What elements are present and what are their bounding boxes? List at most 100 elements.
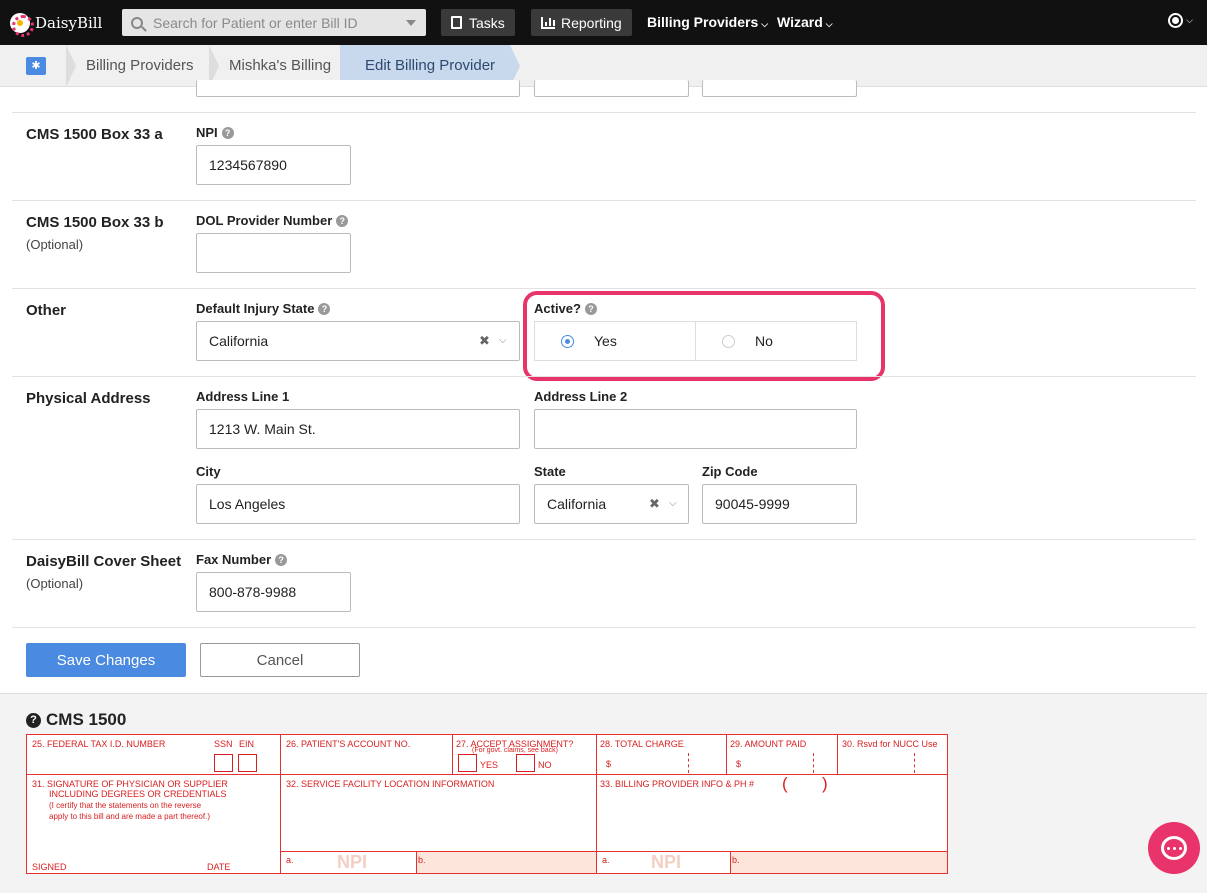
optional-note: (Optional) [26,237,84,252]
section-title-box33b: CMS 1500 Box 33 b [26,214,164,231]
field-31-label-4: apply to this bill and are made a part t… [49,812,210,821]
clear-icon[interactable]: ✖ [479,333,490,349]
wizard-label: Wizard [777,14,823,30]
breadcrumb-separator [66,45,76,87]
section-title-box33a: CMS 1500 Box 33 a [26,126,163,143]
section-title-other: Other [26,302,67,319]
npi-b-band [416,852,596,873]
phone-paren-open: ( [782,774,788,793]
chevron-down-icon: ⌵ [1186,15,1193,25]
search-icon [131,16,143,29]
form-col-line [452,735,453,774]
dol-provider-label: DOL Provider Number? [196,213,349,228]
form-col-line [596,735,597,873]
divider [12,376,1196,377]
search-input[interactable]: Search for Patient or enter Bill ID [122,9,426,36]
home-icon[interactable]: ✱ [26,57,46,75]
accept-yes-label: YES [480,760,499,770]
field-32-label: 32. SERVICE FACILITY LOCATION INFORMATIO… [286,779,495,789]
npi-value: 1234567890 [209,157,287,173]
ssn-label: SSN [214,739,233,749]
wizard-menu[interactable]: Wizard ⌵ [777,14,833,30]
fax-number-label: Fax Number? [196,552,288,567]
section-title-physical-address: Physical Address [26,390,151,407]
accept-no-checkbox[interactable] [516,754,535,772]
clear-icon[interactable]: ✖ [649,496,660,512]
dol-provider-label-text: DOL Provider Number [196,213,333,228]
npi-b-band [730,852,947,873]
npi-watermark: NPI [337,852,368,872]
state-select[interactable]: California ✖ ⌵ [534,484,689,524]
divider [12,288,1196,289]
help-icon[interactable]: ? [221,126,234,139]
save-changes-button[interactable]: Save Changes [26,643,186,677]
cms1500-form: 25. FEDERAL TAX I.D. NUMBER SSN EIN 26. … [26,734,948,874]
address-line2-input[interactable] [534,409,857,449]
ein-checkbox[interactable] [238,754,257,772]
divider [12,112,1196,113]
npi-label-text: NPI [196,125,218,140]
injury-state-select[interactable]: California ✖ ⌵ [196,321,520,361]
reporting-button[interactable]: Reporting [531,9,632,36]
npi-input[interactable]: 1234567890 [196,145,351,185]
dol-provider-input[interactable] [196,233,351,273]
partial-input[interactable] [702,80,857,97]
field-32b-label: b. [418,855,426,865]
city-input[interactable]: Los Angeles [196,484,520,524]
tasks-button[interactable]: Tasks [441,9,515,36]
address-line1-value: 1213 W. Main St. [209,421,316,437]
field-33a-label: a. [602,855,610,865]
divider [12,539,1196,540]
help-icon[interactable]: ? [336,214,349,227]
field-31-label-3: (I certify that the statements on the re… [49,801,202,810]
cms1500-title: ? CMS 1500 [26,710,126,730]
section-title-cover-sheet: DaisyBill Cover Sheet [26,553,182,570]
tasks-label: Tasks [469,14,505,31]
injury-state-value: California [209,333,269,349]
address-line1-input[interactable]: 1213 W. Main St. [196,409,520,449]
chat-icon [1161,836,1187,860]
field-27-sublabel: (For govt. claims, see back) [472,747,558,754]
partial-input[interactable] [196,80,520,97]
form-dash-line [914,753,915,773]
optional-note: (Optional) [26,576,84,591]
bar-chart-icon [541,16,555,29]
form-dash-line [813,753,814,773]
clipboard-icon [451,16,462,29]
chevron-down-icon: ⌵ [825,19,833,29]
partial-input[interactable] [534,80,689,97]
address-line1-label: Address Line 1 [196,389,290,404]
chevron-down-icon[interactable]: ⌵ [669,498,677,509]
zip-code-value: 90045-9999 [715,496,790,512]
state-value: California [547,496,607,512]
accept-yes-checkbox[interactable] [458,754,477,772]
reporting-label: Reporting [561,14,622,31]
field-31-label: 31. SIGNATURE OF PHYSICIAN OR SUPPLIER [32,779,228,789]
cancel-button[interactable]: Cancel [200,643,360,677]
city-value: Los Angeles [209,496,286,512]
highlight-annotation [523,291,885,381]
ssn-checkbox[interactable] [214,754,233,772]
field-32a-label: a. [286,855,294,865]
form-col-line [730,851,731,873]
npi-label: NPI? [196,125,234,140]
chevron-down-icon[interactable] [406,20,416,26]
chevron-down-icon[interactable]: ⌵ [499,335,507,346]
search-placeholder: Search for Patient or enter Bill ID [153,14,358,31]
address-line2-label: Address Line 2 [534,389,628,404]
divider [12,627,1196,628]
billing-providers-menu[interactable]: Billing Providers ⌵ [647,14,768,30]
field-31-label-2: INCLUDING DEGREES OR CREDENTIALS [49,789,227,799]
help-icon[interactable]: ? [318,302,331,315]
zip-code-input[interactable]: 90045-9999 [702,484,857,524]
question-icon[interactable]: ? [26,712,41,728]
form-row-line [27,774,947,775]
user-menu[interactable]: ⌵ [1168,13,1193,28]
state-label: State [534,464,566,479]
breadcrumb-billing-providers[interactable]: Billing Providers [86,45,194,87]
chat-button[interactable] [1148,822,1200,874]
brand-name: DaisyBill [35,13,103,32]
logo[interactable]: DaisyBill [10,12,114,37]
fax-number-input[interactable]: 800-878-9988 [196,572,351,612]
help-icon[interactable]: ? [275,553,288,566]
